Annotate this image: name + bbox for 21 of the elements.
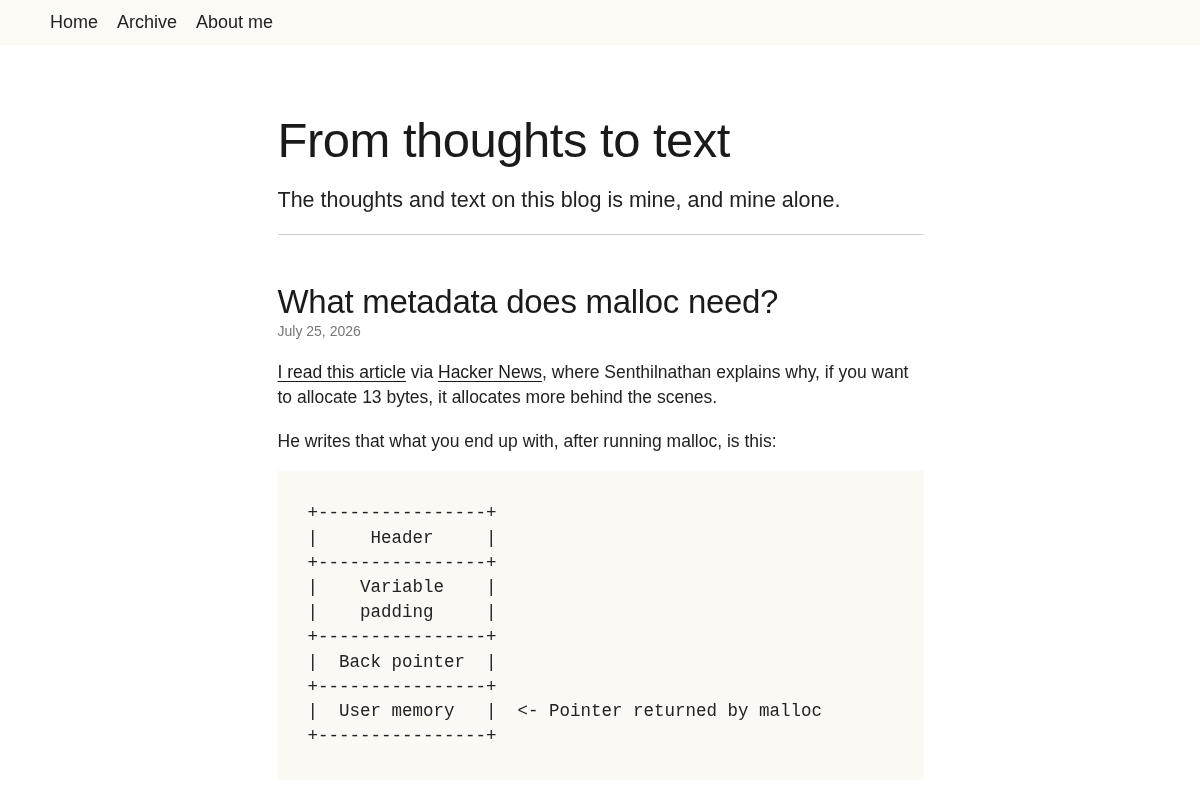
blog-title: From thoughts to text: [277, 112, 731, 169]
post-title: What metadata does malloc need?: [277, 282, 780, 322]
code-line: | User memory | <- Pointer returned by malloc: [307, 700, 823, 724]
nav-link[interactable]: Home: [50, 9, 98, 36]
nav-link[interactable]: About me: [196, 9, 274, 36]
article-link[interactable]: Hacker News: [438, 362, 543, 382]
post-date: July 25, 2026: [277, 322, 362, 340]
code-line: | Header |: [307, 526, 497, 550]
code-line: | padding |: [307, 601, 497, 625]
nav-link[interactable]: Archive: [117, 9, 178, 36]
code-line: +----------------+: [307, 551, 497, 575]
code-line: +----------------+: [307, 626, 497, 649]
article-link[interactable]: I read this article: [277, 362, 406, 382]
code-line: +----------------+: [307, 725, 497, 749]
code-line: +----------------+: [307, 675, 497, 699]
paragraph: He writes that what you end up with, after running malloc, is this:: [277, 430, 778, 453]
code-line: | Back pointer |: [307, 650, 497, 674]
blog-tagline: The thoughts and text on this blog is mine, and mine alone.: [277, 187, 842, 214]
paragraph: I read this article via Hacker News, where Senthilnathan explains why, if you want to allocate 13 bytes, it allocates more behind the scenes.: [277, 361, 910, 409]
code-line: +----------------+: [307, 502, 497, 525]
code-line: | Variable |: [307, 576, 497, 600]
